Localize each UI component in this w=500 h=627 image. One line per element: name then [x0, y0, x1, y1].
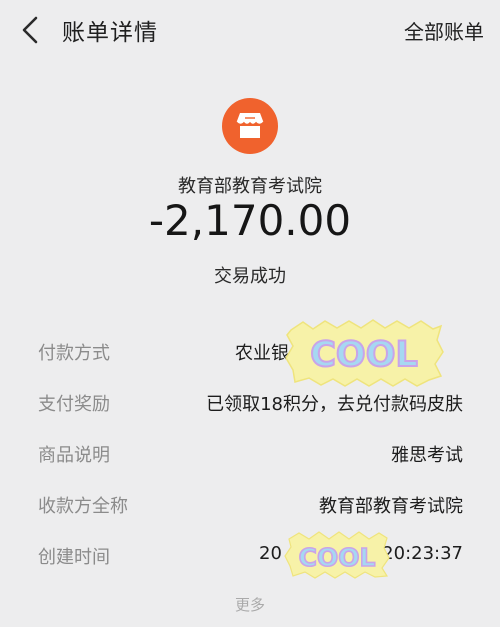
detail-label: 付款方式 — [38, 343, 110, 364]
detail-label: 商品说明 — [38, 445, 110, 466]
payment-reward-value[interactable]: 已领取18积分，去兑付款码皮肤 — [206, 390, 463, 416]
shop-icon — [222, 98, 278, 154]
sticker-text: COOL — [299, 543, 376, 572]
detail-row-product-description: 商品说明 雅思考试 — [0, 438, 500, 470]
all-bills-link[interactable]: 全部账单 — [404, 16, 484, 45]
cool-sticker: COOL — [283, 318, 445, 392]
page-title: 账单详情 — [62, 20, 158, 46]
transaction-status: 交易成功 — [214, 266, 286, 287]
detail-label: 支付奖励 — [38, 394, 110, 415]
detail-row-payee-name: 收款方全称 教育部教育考试院 — [0, 489, 500, 521]
top-bar: 账单详情 全部账单 — [0, 0, 500, 64]
detail-label: 收款方全称 — [38, 496, 128, 517]
product-description-value: 雅思考试 — [391, 445, 463, 466]
payee-name-value: 教育部教育考试院 — [319, 496, 463, 517]
cool-sticker: COOL — [283, 530, 391, 584]
merchant-name: 教育部教育考试院 — [178, 176, 322, 197]
more-link[interactable]: 更多 — [0, 594, 500, 615]
sticker-text: COOL — [310, 335, 418, 375]
back-arrow-icon[interactable] — [18, 14, 44, 46]
payment-method-value: 农业银 — [235, 343, 289, 364]
detail-label: 创建时间 — [38, 547, 110, 568]
created-time-value-start: 20 — [259, 543, 282, 564]
detail-row-created-time: 创建时间 20 :20:23:37 — [0, 540, 500, 572]
transaction-amount: -2,170.00 — [148, 196, 352, 245]
